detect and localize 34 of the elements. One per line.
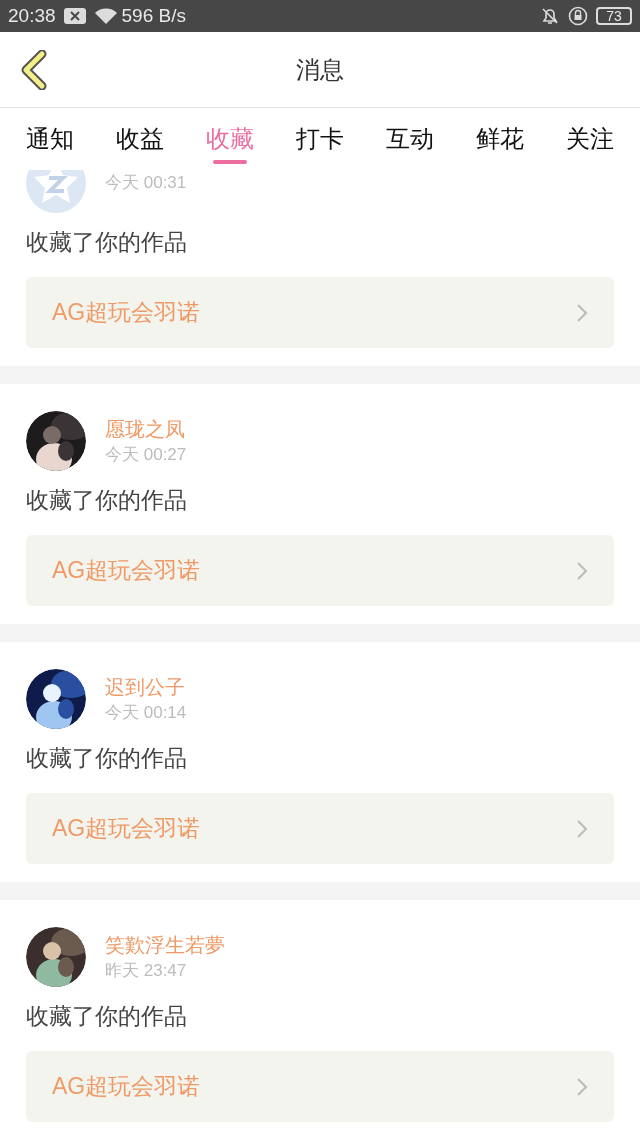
timestamp: 昨天 23:47 (105, 960, 188, 982)
timestamp: 今天 00:27 (105, 444, 187, 466)
battery-icon: 73 (596, 7, 632, 25)
user-name[interactable]: 愿珑之凤 (105, 415, 187, 443)
tab[interactable]: 通知 (26, 108, 74, 170)
notification-icon (63, 8, 86, 24)
chevron-right-icon (576, 560, 588, 581)
tab[interactable]: 互动 (386, 108, 434, 170)
timestamp: 今天 00:14 (105, 702, 187, 724)
user-name[interactable]: 笑歎浮生若夢 (105, 931, 225, 959)
message-text: 收藏了你的作品 (26, 744, 188, 773)
tab[interactable]: 收益 (116, 108, 164, 170)
rotation-lock-icon (568, 6, 588, 26)
tab[interactable]: 收藏 (206, 108, 254, 170)
tab[interactable]: 关注 (566, 108, 614, 170)
user-name[interactable]: 迟到公子 (105, 673, 187, 701)
message-text: 收藏了你的作品 (26, 486, 188, 515)
chevron-right-icon (576, 818, 588, 839)
tab[interactable]: 打卡 (296, 108, 344, 170)
clock: 20:38 (8, 3, 56, 28)
page-title: 消息 (296, 54, 344, 85)
network-speed: 596 B/s (121, 3, 186, 28)
chevron-right-icon (576, 1076, 588, 1097)
chevron-right-icon (576, 302, 588, 323)
work-link[interactable]: AG超玩会羽诺 (26, 793, 614, 864)
mute-bell-icon (540, 6, 560, 26)
work-link[interactable]: AG超玩会羽诺 (26, 535, 614, 606)
message-text: 收藏了你的作品 (26, 228, 188, 257)
work-link[interactable]: AG超玩会羽诺 (26, 277, 614, 348)
timestamp: 今天 00:31 (105, 172, 187, 194)
wifi-icon (93, 7, 118, 25)
tab[interactable]: 鲜花 (476, 108, 524, 170)
work-link[interactable]: AG超玩会羽诺 (26, 1051, 614, 1122)
message-text: 收藏了你的作品 (26, 1002, 188, 1031)
